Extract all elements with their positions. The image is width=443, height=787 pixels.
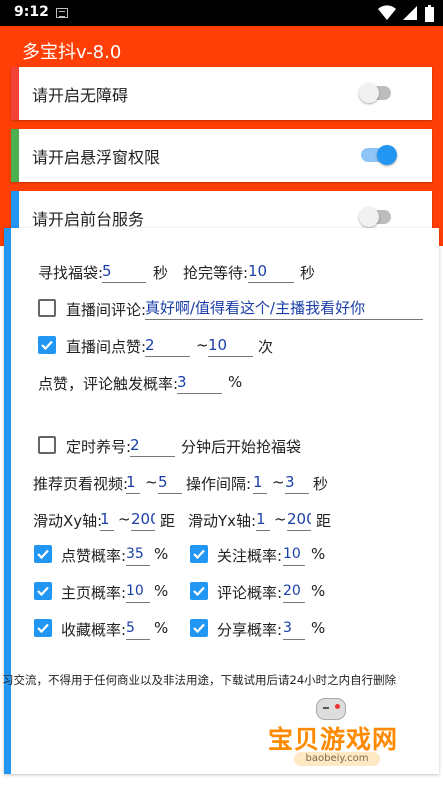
prob-unit: % [154, 545, 169, 563]
interval-max-input[interactable]: 3 [285, 472, 309, 494]
permission-label: 请开启前台服务 [32, 210, 145, 229]
swipe-yx-max-input[interactable]: 200 [287, 509, 311, 531]
wait-label: 抢完等待: [183, 264, 249, 282]
home-prob-checkbox[interactable] [34, 582, 52, 600]
prob-unit: % [154, 619, 169, 637]
interval-sep: ~ [272, 473, 285, 491]
timed-suffix: 分钟后开始抢福袋 [181, 438, 302, 456]
like-sep: ~ [196, 336, 209, 354]
permission-accessibility[interactable]: 请开启无障碍 [11, 67, 432, 120]
swipe-xy-label: 滑动Xy轴: [33, 512, 103, 530]
favorite-prob-input[interactable]: 5 [126, 618, 150, 640]
comment-checkbox[interactable] [38, 299, 56, 317]
gamepad-icon [316, 698, 346, 720]
trigger-input[interactable]: 3 [177, 372, 222, 394]
recommend-min-input[interactable]: 1 [126, 472, 140, 494]
wait-unit: 秒 [300, 264, 316, 282]
comment-prob-checkbox[interactable] [190, 582, 208, 600]
battery-icon [425, 5, 434, 22]
share-prob-label: 分享概率: [217, 621, 283, 639]
prob-unit: % [311, 582, 326, 600]
timed-input[interactable]: 2 [130, 435, 175, 457]
lucky-bag-label: 寻找福袋: [38, 264, 104, 282]
home-prob-input[interactable]: 10 [126, 581, 150, 603]
interval-label: 操作间隔: [186, 475, 252, 493]
comment-prob-input[interactable]: 20 [283, 581, 305, 603]
like-min-input[interactable]: 2 [145, 335, 190, 357]
watermark-text: 宝贝游戏网 [268, 725, 399, 754]
home-prob-label: 主页概率: [61, 584, 127, 602]
prob-unit: % [311, 545, 326, 563]
sim-card-icon [56, 8, 68, 18]
swipe-xy-min-input[interactable]: 1 [100, 509, 114, 531]
like-prob-checkbox[interactable] [34, 545, 52, 563]
status-time: 9:12 [14, 4, 49, 20]
swipe-xy-unit: 距 [160, 512, 176, 530]
signal-icon [403, 6, 417, 20]
recommend-sep: ~ [145, 473, 158, 491]
toggle-knob [377, 145, 397, 165]
site-watermark: 宝贝游戏网 baobeiy.com [262, 698, 412, 770]
check-icon [193, 549, 205, 560]
swipe-yx-sep: ~ [274, 510, 287, 528]
permission-label: 请开启无障碍 [32, 86, 129, 105]
swipe-xy-sep: ~ [118, 510, 131, 528]
check-icon [37, 586, 49, 597]
foreground-service-toggle[interactable] [359, 207, 391, 227]
check-icon [41, 340, 53, 351]
swipe-yx-label: 滑动Yx轴: [188, 512, 257, 530]
lucky-bag-unit: 秒 [153, 264, 169, 282]
share-prob-input[interactable]: 3 [283, 618, 305, 640]
watermark-url: baobeiy.com [294, 752, 380, 766]
recommend-label: 推荐页看视频: [33, 475, 129, 493]
follow-prob-checkbox[interactable] [190, 545, 208, 563]
accessibility-toggle[interactable] [359, 83, 391, 103]
toggle-knob [359, 207, 379, 227]
accent-bar [11, 129, 19, 182]
swipe-yx-unit: 距 [316, 512, 332, 530]
app-title: 多宝抖v-8.0 [22, 42, 122, 63]
favorite-prob-checkbox[interactable] [34, 619, 52, 637]
like-label: 直播间点赞: [66, 338, 147, 356]
like-prob-input[interactable]: 35 [126, 544, 150, 566]
swipe-xy-max-input[interactable]: 200 [131, 509, 155, 531]
comment-text-input[interactable]: 真好啊/值得看这个/主播我看好你 [145, 298, 423, 320]
check-icon [37, 549, 49, 560]
toggle-knob [359, 83, 379, 103]
comment-label: 直播间评论: [66, 301, 147, 319]
interval-min-input[interactable]: 1 [253, 472, 267, 494]
interval-unit: 秒 [313, 475, 329, 493]
follow-prob-input[interactable]: 10 [283, 544, 305, 566]
trigger-label: 点赞，评论触发概率: [38, 375, 179, 393]
favorite-prob-label: 收藏概率: [61, 621, 127, 639]
check-icon [193, 623, 205, 634]
accent-bar [11, 67, 19, 120]
check-icon [37, 623, 49, 634]
prob-unit: % [311, 619, 326, 637]
comment-prob-label: 评论概率: [217, 584, 283, 602]
like-checkbox[interactable] [38, 336, 56, 354]
like-unit: 次 [258, 338, 274, 356]
status-bar: 9:12 [0, 0, 443, 26]
timed-label: 定时养号: [66, 438, 132, 456]
like-prob-label: 点赞概率: [61, 547, 127, 565]
permission-label: 请开启悬浮窗权限 [32, 148, 161, 167]
recommend-max-input[interactable]: 5 [158, 472, 182, 494]
trigger-unit: % [228, 373, 243, 391]
overlay-toggle[interactable] [361, 145, 397, 165]
check-icon [193, 586, 205, 597]
share-prob-checkbox[interactable] [190, 619, 208, 637]
wait-input[interactable]: 10 [248, 261, 294, 283]
permission-overlay[interactable]: 请开启悬浮窗权限 [11, 129, 432, 182]
prob-unit: % [154, 582, 169, 600]
lucky-bag-input[interactable]: 5 [102, 261, 146, 283]
follow-prob-label: 关注概率: [217, 547, 283, 565]
like-max-input[interactable]: 10 [208, 335, 253, 357]
timed-checkbox[interactable] [38, 436, 56, 454]
disclaimer-text: 习交流，不得用于任何商业以及非法用途，下载试用后请24小时之内自行删除 [2, 673, 397, 687]
swipe-yx-min-input[interactable]: 1 [256, 509, 270, 531]
wifi-icon [378, 5, 396, 21]
